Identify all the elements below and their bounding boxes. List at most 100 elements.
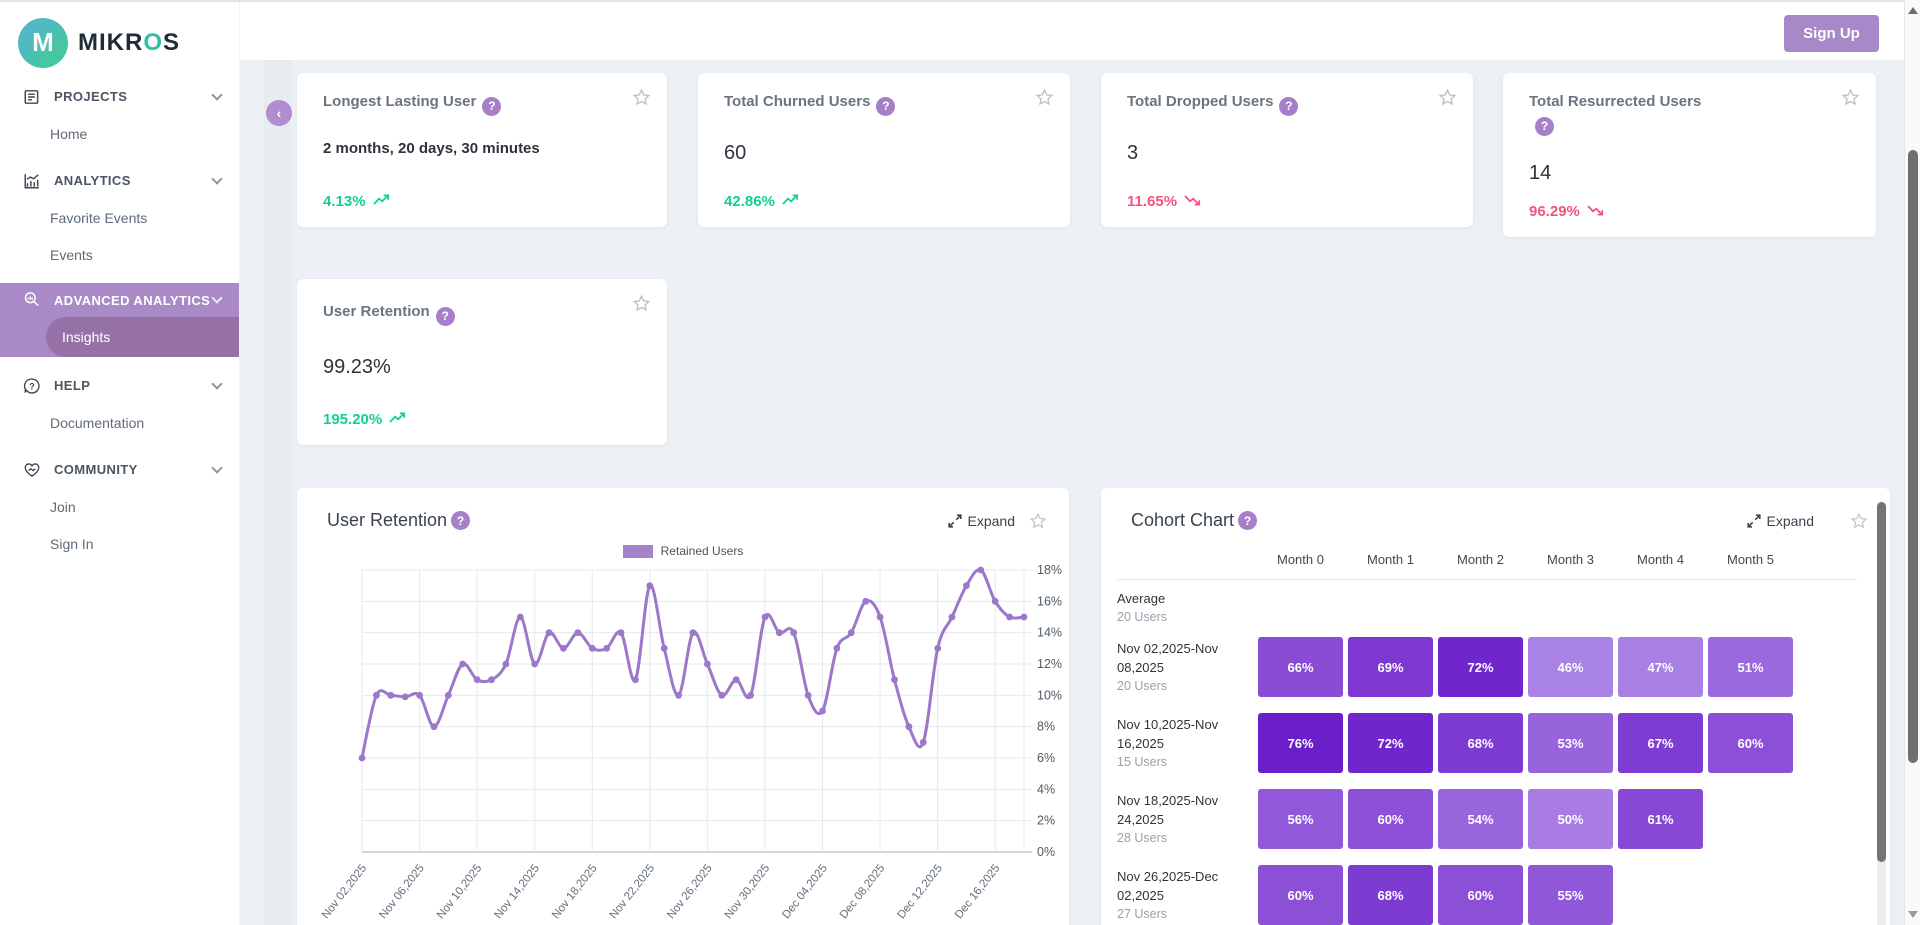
favorite-star-icon[interactable]	[1035, 88, 1054, 107]
y-axis-tick-label: 4%	[1037, 782, 1055, 796]
data-point	[575, 629, 582, 636]
favorite-star-icon[interactable]	[632, 294, 651, 313]
cohort-cell: 55%	[1528, 865, 1613, 925]
cohort-scrollbar-thumb[interactable]	[1877, 502, 1886, 862]
sidebar-item-events[interactable]: Events	[0, 236, 239, 273]
question-badge-icon[interactable]: ?	[451, 511, 470, 530]
user-retention-chart-card: User Retention ? Expand Retained Users 0…	[297, 488, 1069, 925]
data-point	[977, 567, 984, 574]
card-value: 99.23%	[323, 356, 641, 379]
data-point	[747, 692, 754, 699]
sidebar-section-projects[interactable]: PROJECTS	[0, 78, 239, 115]
sidebar-active-section: ADVANCED ANALYTICS Insights	[0, 283, 239, 357]
cohort-row-range: Nov 02,2025-Nov 08,2025	[1117, 639, 1253, 677]
question-badge-icon[interactable]: ?	[436, 307, 455, 326]
sidebar-item-documentation[interactable]: Documentation	[0, 404, 239, 441]
question-badge-icon[interactable]: ?	[482, 97, 501, 116]
sign-up-button[interactable]: Sign Up	[1784, 15, 1879, 52]
cohort-cell: 68%	[1438, 713, 1523, 773]
data-point	[445, 692, 452, 699]
favorite-star-icon[interactable]	[1438, 88, 1457, 107]
x-axis-tick-label: Dec 04,2025	[780, 862, 830, 921]
x-axis-tick-label: Nov 18,2025	[550, 862, 600, 921]
stat-card-user-retention: User Retention? 99.23% 195.20%	[297, 279, 667, 445]
chart-legend[interactable]: Retained Users	[297, 544, 1069, 558]
sidebar-section-label: ANALYTICS	[54, 173, 131, 188]
favorite-star-icon[interactable]	[1850, 512, 1868, 530]
data-point	[474, 676, 481, 683]
cohort-row-users: 20 Users	[1117, 677, 1253, 696]
question-badge-icon[interactable]: ?	[1535, 117, 1554, 136]
expand-button[interactable]: Expand	[1747, 513, 1814, 529]
cohort-table: Month 0Month 1Month 2Month 3Month 4Month…	[1117, 552, 1857, 925]
card-title-text: Total Churned Users	[724, 93, 870, 110]
favorite-star-icon[interactable]	[1841, 88, 1860, 107]
expand-button[interactable]: Expand	[948, 513, 1015, 529]
help-icon: ?	[22, 376, 42, 396]
sidebar-section-community[interactable]: COMMUNITY	[0, 451, 239, 488]
sidebar-item-join[interactable]: Join	[0, 488, 239, 525]
svg-text:?: ?	[29, 381, 35, 391]
data-point	[560, 645, 567, 652]
y-axis-tick-label: 14%	[1037, 626, 1062, 640]
card-value: 14	[1529, 162, 1850, 185]
sidebar-collapse-button[interactable]: ‹	[266, 100, 292, 126]
data-point	[762, 614, 769, 621]
data-point	[992, 598, 999, 605]
sidebar: M MIKROS PROJECTS Home ANALYTICS Favorit…	[0, 0, 240, 925]
sidebar-item-sign-in[interactable]: Sign In	[0, 525, 239, 562]
cohort-cell: 72%	[1438, 637, 1523, 697]
data-point	[459, 661, 466, 668]
brand-logo[interactable]: M MIKROS	[0, 0, 239, 76]
chart-title: Cohort Chart	[1131, 510, 1234, 531]
sidebar-item-favorite-events[interactable]: Favorite Events	[0, 199, 239, 236]
sidebar-section-label: PROJECTS	[54, 89, 127, 104]
scrollbar-up-arrow-icon[interactable]	[1908, 7, 1918, 14]
sidebar-section-advanced-analytics[interactable]: ADVANCED ANALYTICS	[0, 283, 239, 317]
data-point	[517, 614, 524, 621]
cohort-row-users: 28 Users	[1117, 829, 1253, 848]
sidebar-section-label: HELP	[54, 378, 90, 393]
card-delta: 4.13%	[323, 193, 641, 210]
sidebar-item-home[interactable]: Home	[0, 115, 239, 152]
cohort-row-users: 15 Users	[1117, 753, 1253, 772]
scrollbar-down-arrow-icon[interactable]	[1908, 911, 1918, 918]
data-point	[805, 692, 812, 699]
data-point	[718, 692, 725, 699]
delta-text: 11.65%	[1127, 193, 1177, 210]
sidebar-section-help[interactable]: ? HELP	[0, 367, 239, 404]
window-top-border	[0, 0, 1920, 2]
card-title-text: Total Dropped Users	[1127, 93, 1273, 110]
card-title-text: Longest Lasting User	[323, 93, 476, 110]
favorite-star-icon[interactable]	[1029, 512, 1047, 530]
delta-text: 4.13%	[323, 193, 366, 210]
x-axis-tick-label: Nov 10,2025	[435, 862, 485, 921]
favorite-star-icon[interactable]	[632, 88, 651, 107]
cohort-cell: 72%	[1348, 713, 1433, 773]
card-delta: 11.65%	[1127, 193, 1447, 210]
card-title: User Retention?	[323, 302, 641, 326]
data-point	[675, 692, 682, 699]
data-point	[906, 723, 913, 730]
advanced-analytics-icon	[22, 290, 42, 310]
question-badge-icon[interactable]: ?	[876, 97, 895, 116]
chevron-down-icon	[211, 89, 222, 100]
card-delta: 195.20%	[323, 411, 641, 428]
data-point	[632, 676, 639, 683]
question-badge-icon[interactable]: ?	[1238, 511, 1257, 530]
scrollbar-thumb[interactable]	[1908, 150, 1918, 763]
sidebar-section-label: COMMUNITY	[54, 462, 138, 477]
analytics-icon	[22, 171, 42, 191]
trend-icon	[373, 193, 390, 210]
cohort-cell: 60%	[1258, 865, 1343, 925]
retention-line-chart: 0%2%4%6%8%10%12%14%16%18%Nov 02,2025Nov …	[297, 562, 1069, 925]
cohort-column-header: Month 5	[1708, 552, 1793, 567]
question-badge-icon[interactable]: ?	[1279, 97, 1298, 116]
sidebar-section-analytics[interactable]: ANALYTICS	[0, 162, 239, 199]
sidebar-item-insights[interactable]: Insights	[46, 317, 239, 357]
data-point	[661, 645, 668, 652]
cohort-chart-card: Cohort Chart ? Expand Month 0Month 1Mont…	[1101, 488, 1890, 925]
brand-text-post: S	[163, 29, 180, 56]
data-point	[877, 614, 884, 621]
sidebar-collapse-rail	[264, 60, 292, 925]
